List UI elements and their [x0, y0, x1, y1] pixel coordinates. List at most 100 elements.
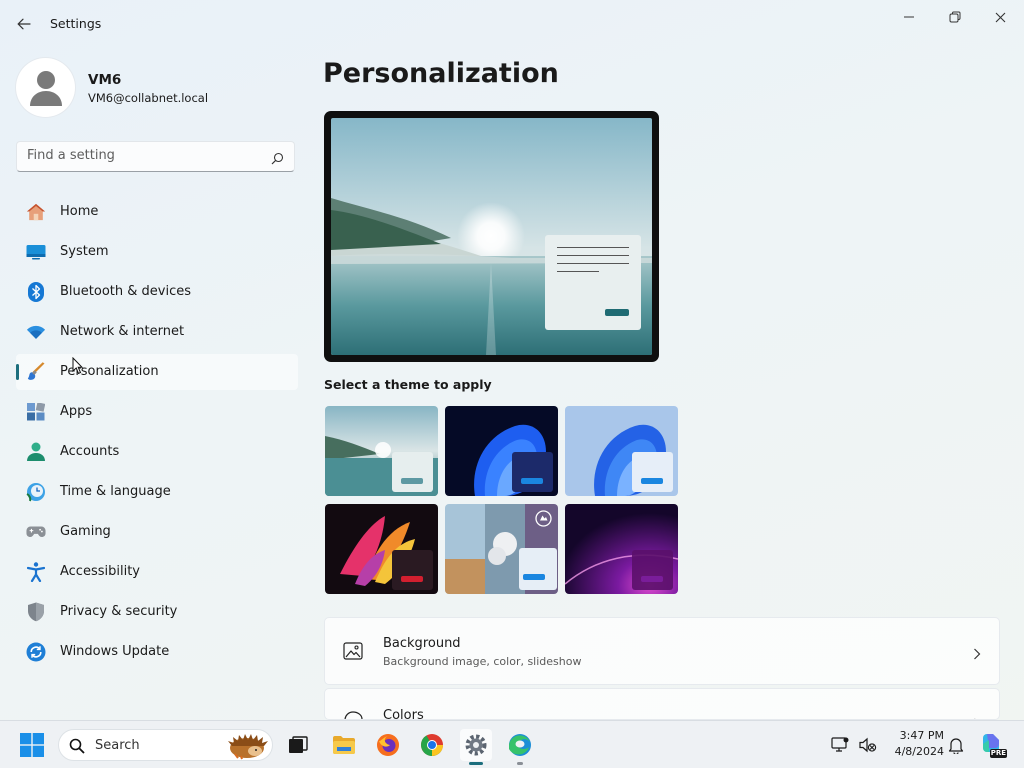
sidebar-item-network[interactable]: Network & internet: [16, 314, 298, 350]
bluetooth-icon: [26, 282, 46, 302]
sidebar-item-label: Bluetooth & devices: [60, 284, 191, 299]
clock-date: 4/8/2024: [894, 745, 944, 758]
sidebar-item-privacy[interactable]: Privacy & security: [16, 594, 298, 630]
back-button[interactable]: [12, 13, 36, 35]
settings-icon: [465, 734, 487, 756]
sound-muted-icon: [859, 737, 877, 753]
minimize-button[interactable]: [887, 6, 931, 28]
taskbar-search[interactable]: Search: [58, 729, 273, 761]
maximize-button[interactable]: [933, 6, 977, 28]
accessibility-icon: [26, 562, 46, 582]
sidebar-item-windows-update[interactable]: Windows Update: [16, 634, 298, 670]
clock-time: 3:47 PM: [899, 729, 944, 742]
edge-button[interactable]: [504, 729, 536, 765]
theme-thumbnail[interactable]: [565, 406, 678, 496]
avatar: [16, 58, 75, 117]
preview-wallpaper: [331, 118, 652, 355]
sidebar-item-home[interactable]: Home: [16, 194, 298, 230]
taskbar: Search 3:47 PM 4/8/2024 PRE: [0, 720, 1024, 768]
network-display-icon: [831, 737, 849, 752]
app-title: Settings: [50, 16, 102, 31]
preview-accent-button: [605, 309, 629, 316]
copilot-badge: PRE: [989, 749, 1007, 758]
task-view-button[interactable]: [282, 729, 314, 761]
network-tray-button[interactable]: [828, 729, 852, 761]
sidebar-item-accessibility[interactable]: Accessibility: [16, 554, 298, 590]
update-icon: [26, 642, 46, 662]
sidebar-item-gaming[interactable]: Gaming: [16, 514, 298, 550]
chevron-right-icon: [973, 645, 981, 664]
edge-icon: [509, 734, 531, 756]
wifi-icon: [26, 322, 46, 342]
theme-thumbnail[interactable]: [565, 504, 678, 594]
clock-globe-icon: [26, 482, 46, 502]
theme-thumbnail[interactable]: [445, 504, 558, 594]
sidebar-item-label: Windows Update: [60, 644, 170, 659]
theme-grid: [325, 406, 681, 594]
close-icon: [995, 12, 1005, 22]
user-avatar-icon: [29, 70, 62, 106]
notifications-button[interactable]: [944, 729, 968, 761]
accounts-icon: [26, 442, 46, 462]
preview-window-mock: [545, 235, 641, 330]
preview-line: [557, 247, 629, 248]
search-icon: [69, 738, 85, 754]
chrome-button[interactable]: [416, 729, 448, 761]
sidebar-item-accounts[interactable]: Accounts: [16, 434, 298, 470]
preview-line: [557, 271, 599, 272]
user-profile[interactable]: VM6 VM6@collabnet.local: [16, 58, 296, 118]
notification-bell-icon: [948, 737, 964, 754]
sidebar-item-apps[interactable]: Apps: [16, 394, 298, 430]
apps-icon: [26, 402, 46, 422]
row-title: Colors: [383, 708, 424, 720]
theme-preview: [324, 111, 659, 362]
firefox-icon: [377, 734, 399, 756]
sidebar-item-label: Privacy & security: [60, 604, 178, 619]
firefox-button[interactable]: [372, 729, 404, 761]
home-icon: [26, 202, 46, 222]
search-highlight-hedgehog-icon: [228, 734, 268, 760]
spotlight-icon: [535, 510, 552, 527]
back-arrow-icon: [17, 18, 31, 30]
gamepad-icon: [26, 522, 46, 542]
theme-thumbnail[interactable]: [325, 504, 438, 594]
system-monitor-icon: [26, 242, 46, 262]
sidebar-item-personalization[interactable]: Personalization: [16, 354, 298, 390]
sidebar-item-label: Network & internet: [60, 324, 185, 339]
start-icon: [20, 733, 44, 757]
sidebar-item-bluetooth[interactable]: Bluetooth & devices: [16, 274, 298, 310]
background-setting-row[interactable]: Background Background image, color, slid…: [324, 617, 1000, 685]
search-input[interactable]: [27, 148, 257, 163]
preview-line: [557, 263, 629, 264]
sidebar-item-time-language[interactable]: Time & language: [16, 474, 298, 510]
shield-icon: [26, 602, 46, 622]
theme-thumbnail[interactable]: [445, 406, 558, 496]
profile-email: VM6@collabnet.local: [88, 91, 209, 105]
colors-setting-row[interactable]: Colors: [324, 688, 1000, 720]
close-button[interactable]: [978, 6, 1022, 28]
theme-section-label: Select a theme to apply: [324, 377, 492, 392]
minimize-icon: [903, 16, 914, 18]
search-icon: [271, 150, 284, 169]
active-app-indicator: [469, 762, 483, 765]
colors-palette-icon: [343, 711, 363, 719]
copilot-button[interactable]: PRE: [976, 729, 1008, 761]
volume-tray-button[interactable]: [856, 729, 880, 761]
theme-thumbnail[interactable]: [325, 406, 438, 496]
taskbar-search-label: Search: [95, 738, 140, 753]
settings-taskbar-button[interactable]: [460, 729, 492, 765]
sidebar-item-label: System: [60, 244, 109, 259]
start-button[interactable]: [16, 729, 48, 761]
paintbrush-icon: [26, 362, 46, 382]
sidebar-item-label: Apps: [60, 404, 93, 419]
file-explorer-icon: [333, 736, 355, 754]
page-title: Personalization: [323, 58, 559, 89]
mouse-cursor-icon: [72, 357, 84, 375]
restore-icon: [949, 11, 961, 23]
settings-search[interactable]: [16, 141, 295, 172]
sidebar-item-system[interactable]: System: [16, 234, 298, 270]
file-explorer-button[interactable]: [328, 729, 360, 761]
taskbar-clock[interactable]: 3:47 PM 4/8/2024: [882, 728, 944, 760]
row-title: Background: [383, 636, 461, 651]
profile-name: VM6: [88, 72, 122, 88]
